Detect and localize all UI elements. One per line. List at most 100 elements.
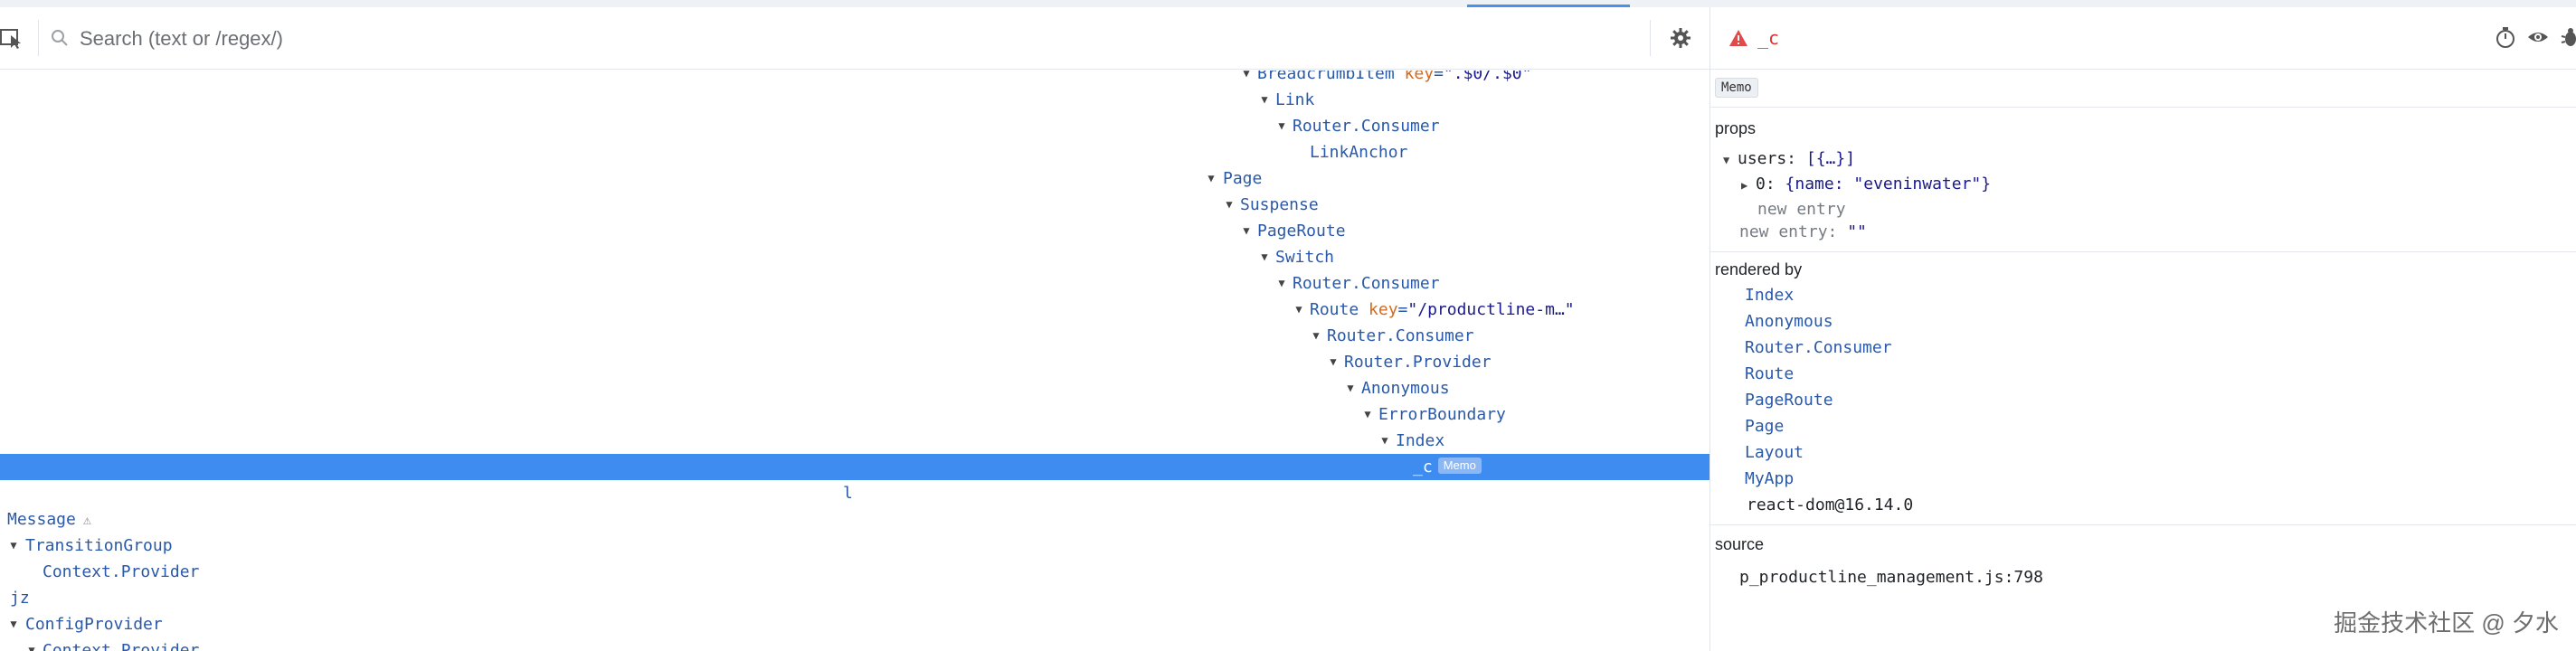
search-toolbar <box>0 7 1709 70</box>
tree-row-name: l <box>843 484 853 503</box>
tree-row[interactable]: ▼ Router.Provider <box>0 349 1709 375</box>
tree-row-name: Router.Consumer <box>1293 117 1440 136</box>
rendered-by-item[interactable]: Index <box>1745 286 1794 305</box>
tree-row[interactable]: ▼ Context.Provider <box>0 637 1709 651</box>
tree-row-name: ConfigProvider <box>25 615 163 634</box>
tree-row[interactable]: jz <box>0 585 1709 611</box>
tree-row-name: Index <box>1396 431 1445 450</box>
source-location[interactable]: p_productline_management.js:798 <box>1739 568 2043 587</box>
prop-key: 0: <box>1756 175 1776 193</box>
expand-arrow-icon[interactable]: ▼ <box>1360 401 1375 428</box>
expand-arrow-icon[interactable]: ▼ <box>24 637 39 651</box>
tree-row-name: jz <box>10 589 30 608</box>
tree-row-name: Router.Consumer <box>1327 326 1474 345</box>
prop-value[interactable]: "" <box>1847 222 1867 241</box>
tree-row[interactable]: ▼ Router.Consumer <box>0 270 1709 297</box>
rendered-by-item[interactable]: PageRoute <box>1745 391 1833 410</box>
warning-icon: ⚠ <box>82 512 91 528</box>
tree-row[interactable]: Message ⚠ <box>0 506 1709 533</box>
collapse-arrow-icon[interactable]: ▶ <box>1741 179 1756 192</box>
prop-key: new entry: <box>1739 222 1838 241</box>
toolbar-separator <box>38 20 39 56</box>
tree-row[interactable]: LinkAnchor <box>0 139 1709 165</box>
tree-row-name: Page <box>1223 169 1263 188</box>
tree-row[interactable]: ▼ PageRoute <box>0 218 1709 244</box>
expand-arrow-icon[interactable]: ▼ <box>1239 71 1254 87</box>
new-entry-placeholder[interactable]: new entry <box>1757 200 1846 219</box>
tree-row-key-name: key <box>1368 300 1398 319</box>
expand-arrow-icon[interactable]: ▼ <box>1378 428 1392 454</box>
component-tree: ▼ BreadcrumbItem key=".$0/.$0" ▼ Link ▼ … <box>0 71 1709 651</box>
expand-arrow-icon[interactable]: ▼ <box>1292 297 1306 323</box>
eye-icon[interactable] <box>2526 25 2550 49</box>
component-title: _c <box>1757 27 1780 49</box>
source-title: source <box>1715 535 1765 553</box>
expand-arrow-icon[interactable]: ▼ <box>6 533 21 559</box>
tree-row-name: Link <box>1275 90 1315 109</box>
tree-row-selected[interactable]: _c Memo <box>0 454 1709 480</box>
prop-value[interactable]: {name: "eveninwater"} <box>1785 175 1992 193</box>
tree-row[interactable]: ▼ Router.Consumer <box>0 113 1709 139</box>
section-divider <box>1710 524 2576 525</box>
new-entry-row[interactable]: new entry: "" <box>1739 222 1867 241</box>
expand-arrow-icon[interactable]: ▼ <box>1326 349 1340 375</box>
tree-row[interactable]: ▼ ConfigProvider <box>0 611 1709 637</box>
tree-row[interactable]: ▼ Suspense <box>0 192 1709 218</box>
expand-arrow-icon[interactable]: ▼ <box>1343 375 1358 401</box>
inspector-header: _c <box>1710 7 2576 70</box>
prop-users[interactable]: ▼ users: [{…}] <box>1723 149 1855 168</box>
tree-row-name: TransitionGroup <box>25 536 173 555</box>
tree-row[interactable]: ▼ Page <box>0 165 1709 192</box>
tree-row[interactable]: ▼ Index <box>0 428 1709 454</box>
tree-row[interactable]: ▼ TransitionGroup <box>0 533 1709 559</box>
tree-row[interactable]: ▼ Router.Consumer <box>0 323 1709 349</box>
tree-row-name: PageRoute <box>1257 222 1346 241</box>
stopwatch-icon[interactable] <box>2494 25 2517 49</box>
memo-badge: Memo <box>1437 458 1482 474</box>
tree-row[interactable]: ▼ Anonymous <box>0 375 1709 401</box>
expand-arrow-icon[interactable]: ▼ <box>1204 165 1218 192</box>
bug-icon[interactable] <box>2559 25 2576 49</box>
renderer-version: react-dom@16.14.0 <box>1747 495 1914 514</box>
tree-row[interactable]: l <box>0 480 1709 506</box>
tree-row-name: Switch <box>1275 248 1335 267</box>
components-tree-pane: ▼ BreadcrumbItem key=".$0/.$0" ▼ Link ▼ … <box>0 7 1709 651</box>
expand-arrow-icon[interactable]: ▼ <box>1274 270 1289 297</box>
expand-arrow-icon[interactable]: ▼ <box>6 611 21 637</box>
select-element-icon[interactable] <box>0 27 25 49</box>
rendered-by-item[interactable]: Layout <box>1745 443 1804 462</box>
expand-arrow-icon[interactable]: ▼ <box>1274 113 1289 139</box>
expand-arrow-icon[interactable]: ▼ <box>1239 218 1254 244</box>
tree-row[interactable]: ▼ Switch <box>0 244 1709 270</box>
rendered-by-item[interactable]: Route <box>1745 364 1794 383</box>
expand-arrow-icon[interactable]: ▼ <box>1257 87 1272 113</box>
tree-row-key-name: key <box>1404 71 1435 83</box>
tree-row-name: ErrorBoundary <box>1378 405 1506 424</box>
expand-arrow-icon[interactable]: ▼ <box>1222 192 1236 218</box>
rendered-by-item[interactable]: MyApp <box>1745 469 1794 488</box>
tree-row[interactable]: ▼ Route key="/productline-m…" <box>0 297 1709 323</box>
tree-row-name: Router.Provider <box>1344 353 1492 372</box>
tree-row[interactable]: Context.Provider <box>0 559 1709 585</box>
tree-row[interactable]: ▼ ErrorBoundary <box>0 401 1709 428</box>
watermark: 掘金技术社区 @ 夕水 <box>2334 609 2559 637</box>
expand-arrow-icon[interactable]: ▼ <box>1309 323 1323 349</box>
tree-row-key-value: "/productline-m…" <box>1407 300 1575 319</box>
rendered-by-item[interactable]: Anonymous <box>1745 312 1833 331</box>
expand-arrow-icon[interactable]: ▼ <box>1257 244 1272 270</box>
search-input[interactable] <box>78 22 1619 56</box>
tree-row[interactable]: ▼ Link <box>0 87 1709 113</box>
toolbar-separator <box>1650 20 1651 56</box>
tree-row-name: Anonymous <box>1361 379 1450 398</box>
warning-icon <box>1729 30 1747 46</box>
prop-value[interactable]: [{…}] <box>1806 149 1855 168</box>
tree-row-key-value: ".$0/.$0" <box>1443 71 1532 83</box>
gear-icon[interactable] <box>1670 27 1691 49</box>
section-divider <box>1710 251 2576 252</box>
tree-row[interactable]: ▼ BreadcrumbItem key=".$0/.$0" <box>0 71 1709 87</box>
rendered-by-item[interactable]: Page <box>1745 417 1784 436</box>
expand-arrow-icon[interactable]: ▼ <box>1723 154 1738 166</box>
search-icon <box>52 30 68 46</box>
rendered-by-item[interactable]: Router.Consumer <box>1745 338 1892 357</box>
prop-users-item[interactable]: ▶ 0: {name: "eveninwater"} <box>1741 175 1991 193</box>
